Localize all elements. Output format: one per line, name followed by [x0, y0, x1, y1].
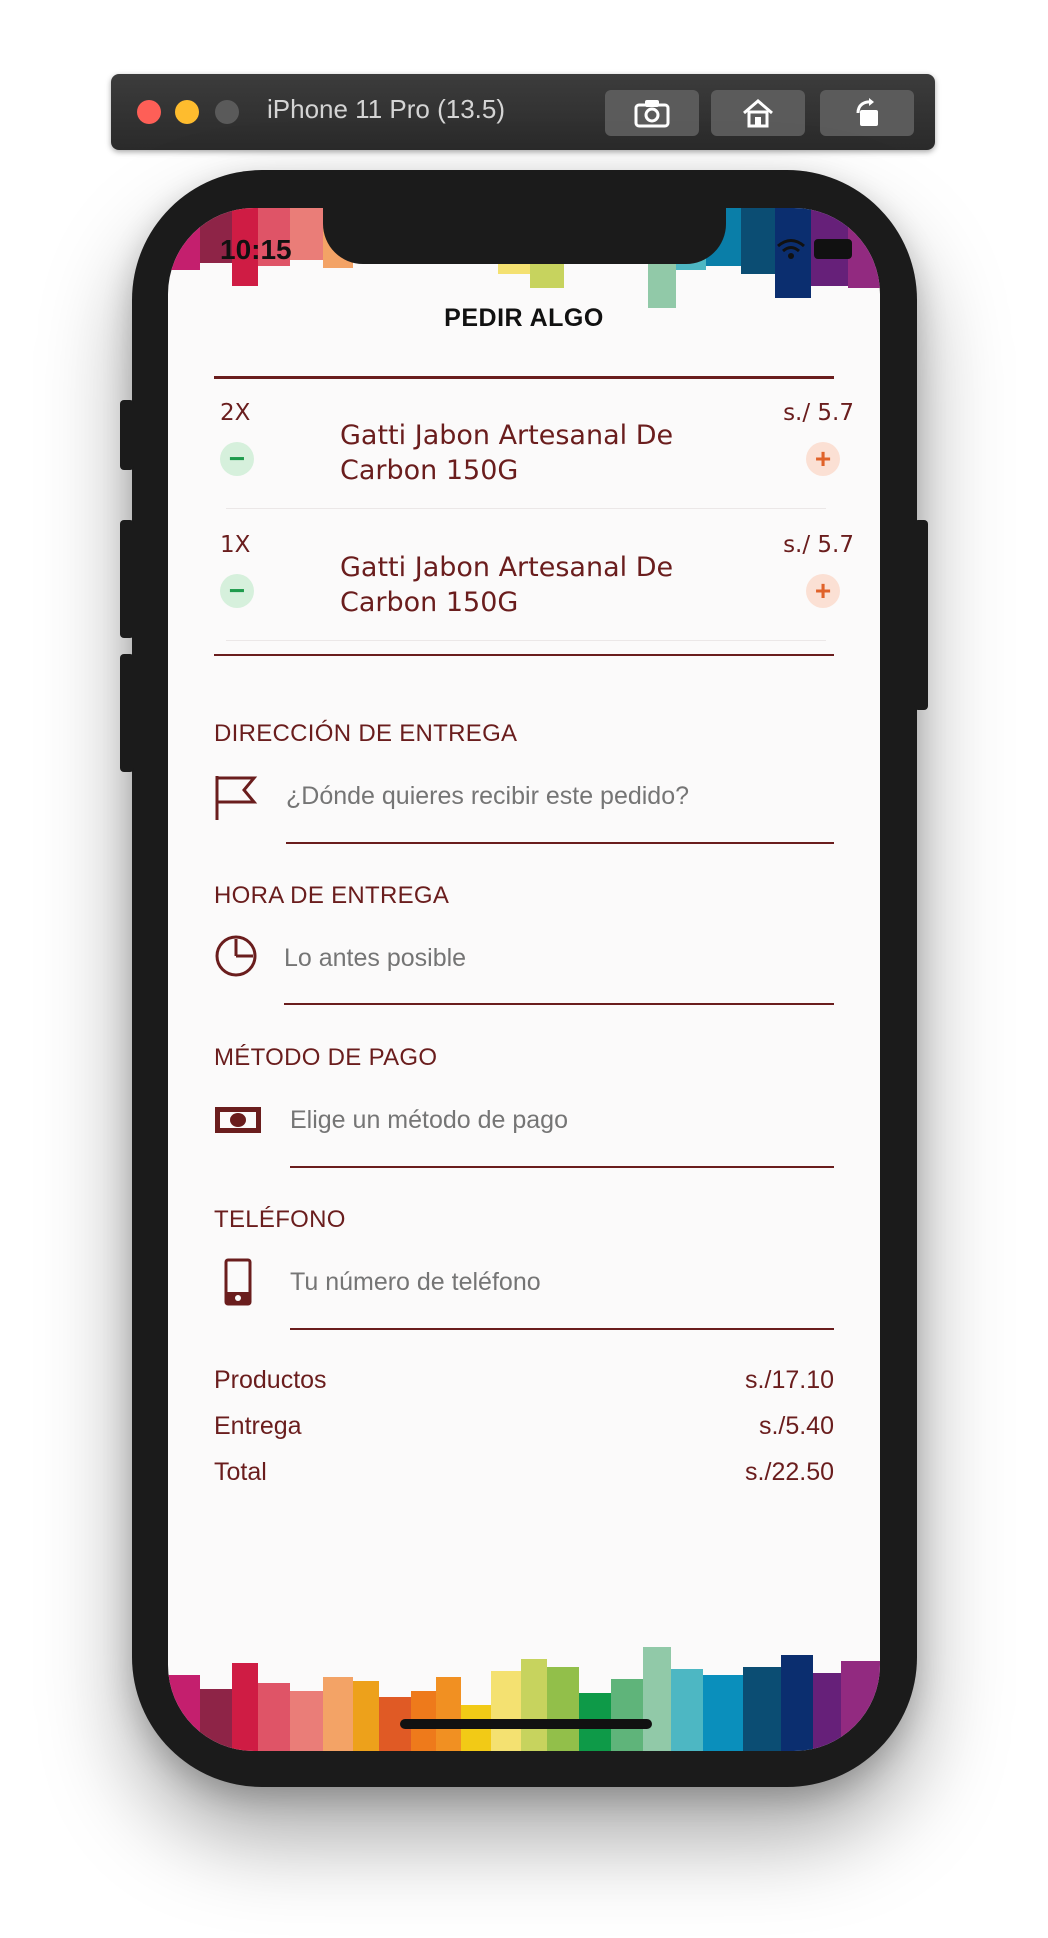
rotate-icon [856, 98, 878, 126]
item-divider [226, 508, 826, 509]
app-screen: 10:15 PEDIR ALGO 2X Gatti Jabon Artesana… [168, 208, 880, 1751]
increase-quantity-button[interactable]: + [806, 574, 840, 608]
plus-icon: + [814, 443, 832, 474]
home-button[interactable] [711, 90, 805, 136]
volume-up-button [120, 520, 134, 638]
volume-down-button [120, 654, 134, 772]
status-icons [776, 238, 852, 260]
total-label: Total [214, 1458, 267, 1486]
screenshot-button[interactable] [605, 90, 699, 136]
delivery-time-input[interactable] [284, 944, 724, 973]
cart-bottom-divider [214, 654, 834, 656]
payment-label: MÉTODO DE PAGO [214, 1044, 438, 1071]
products-label: Productos [214, 1366, 327, 1394]
decrease-quantity-button[interactable]: − [220, 574, 254, 608]
delivery-value: s./5.40 [758, 1412, 834, 1440]
cart-top-divider [214, 376, 834, 379]
item-name: Gatti Jabon Artesanal De Carbon 150G [340, 420, 674, 486]
wifi-icon [777, 239, 805, 259]
time-underline [284, 1003, 834, 1005]
address-underline [286, 842, 834, 844]
cash-icon [215, 1107, 261, 1133]
item-quantity: 1X [220, 532, 251, 558]
phone-icon [224, 1258, 252, 1306]
item-divider [226, 640, 826, 641]
time-label: HORA DE ENTREGA [214, 882, 450, 909]
address-label: DIRECCIÓN DE ENTREGA [214, 720, 518, 747]
flag-icon [215, 776, 258, 820]
item-price: s./ 5.7 [783, 400, 854, 426]
power-button [914, 520, 928, 710]
total-value: s./22.50 [745, 1458, 834, 1486]
summary-delivery-row: Entrega s./5.40 [214, 1412, 834, 1441]
decrease-quantity-button[interactable]: − [220, 442, 254, 476]
close-window-button[interactable] [137, 100, 161, 124]
cart-item: 1X Gatti Jabon Artesanal De Carbon 150G … [214, 520, 854, 650]
delivery-label: Entrega [214, 1412, 302, 1440]
phone-number-input[interactable] [290, 1268, 730, 1297]
rotate-button[interactable] [820, 90, 914, 136]
payment-method-input[interactable] [290, 1106, 730, 1135]
home-indicator[interactable] [400, 1719, 652, 1729]
payment-underline [290, 1166, 834, 1168]
item-name: Gatti Jabon Artesanal De Carbon 150G [340, 552, 674, 618]
simulator-title: iPhone 11 Pro (13.5) [267, 94, 505, 124]
summary-products-row: Productos s./17.10 [214, 1366, 834, 1395]
products-value: s./17.10 [745, 1366, 834, 1394]
notch [323, 208, 726, 264]
item-quantity: 2X [220, 400, 251, 426]
decorative-bottom-stripes [168, 1647, 880, 1751]
home-icon [743, 99, 773, 128]
minimize-window-button[interactable] [175, 100, 199, 124]
summary-total-row: Total s./22.50 [214, 1458, 834, 1487]
zoom-window-button[interactable] [215, 100, 239, 124]
phone-label: TELÉFONO [214, 1206, 346, 1233]
camera-icon [634, 100, 670, 128]
mute-switch [120, 400, 134, 470]
minus-icon: − [228, 443, 246, 474]
clock-icon [215, 935, 257, 977]
address-input[interactable] [286, 782, 726, 811]
plus-icon: + [814, 575, 832, 606]
page-title: PEDIR ALGO [444, 304, 604, 332]
phone-underline [290, 1328, 834, 1330]
battery-icon [814, 239, 852, 259]
minus-icon: − [228, 575, 246, 606]
item-price: s./ 5.7 [783, 532, 854, 558]
status-time: 10:15 [220, 234, 292, 265]
simulator-toolbar: iPhone 11 Pro (13.5) [111, 74, 935, 150]
increase-quantity-button[interactable]: + [806, 442, 840, 476]
cart-item: 2X Gatti Jabon Artesanal De Carbon 150G … [214, 388, 854, 518]
